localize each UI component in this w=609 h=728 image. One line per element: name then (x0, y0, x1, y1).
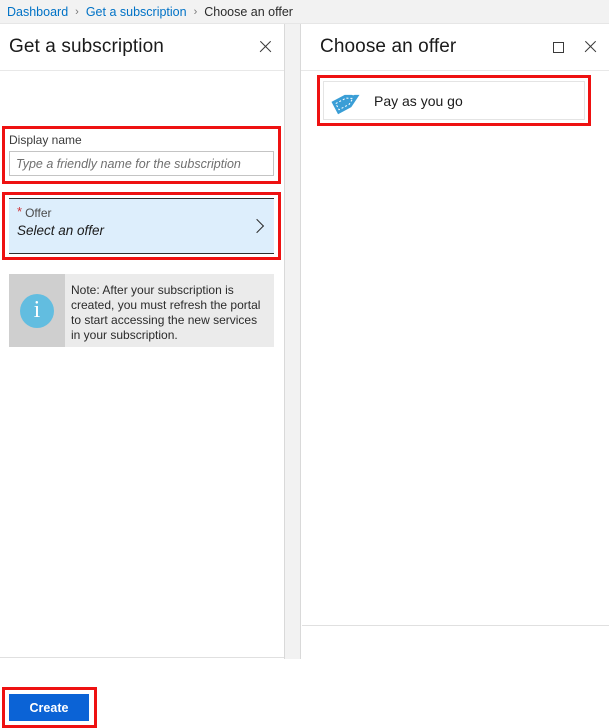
breadcrumb-item-get-a-subscription[interactable]: Get a subscription (86, 5, 187, 19)
breadcrumb-separator-icon: › (193, 5, 198, 18)
panel-gap (285, 24, 300, 659)
close-button-left-panel[interactable] (256, 38, 274, 56)
breadcrumb-item-dashboard[interactable]: Dashboard (7, 5, 68, 19)
info-note-text: Note: After your subscription is created… (65, 274, 274, 347)
price-tag-icon (331, 90, 360, 114)
close-icon (583, 40, 597, 54)
offer-label-row: * Offer (9, 199, 274, 220)
right-panel-title: Choose an offer (320, 36, 457, 57)
left-panel-header-actions (256, 24, 274, 70)
left-panel-header: Get a subscription (0, 24, 284, 71)
choose-an-offer-blade: Choose an offer Pay as you go (300, 24, 609, 659)
get-a-subscription-blade: Get a subscription Display name * Offer … (0, 24, 285, 728)
left-panel-footer-divider (0, 657, 284, 658)
create-button[interactable]: Create (9, 694, 89, 721)
close-icon (258, 40, 272, 54)
display-name-label: Display name (9, 133, 82, 147)
offer-value: Select an offer (17, 223, 105, 238)
maximize-button[interactable] (549, 38, 567, 56)
maximize-icon (552, 41, 564, 53)
breadcrumb-separator-icon: › (75, 5, 79, 18)
display-name-field-group: Display name (9, 133, 274, 176)
right-panel-header-actions (549, 24, 599, 70)
info-note: i Note: After your subscription is creat… (9, 274, 274, 347)
right-panel-footer-divider (302, 625, 609, 626)
offer-selector[interactable]: * Offer Select an offer (9, 198, 274, 254)
offer-option-label: Pay as you go (374, 92, 463, 109)
breadcrumb: Dashboard › Get a subscription › Choose … (0, 0, 609, 24)
offer-label: Offer (25, 206, 52, 220)
left-panel-title: Get a subscription (9, 36, 164, 57)
info-icon: i (20, 293, 54, 328)
display-name-input[interactable] (9, 151, 274, 176)
offer-option-pay-as-you-go[interactable]: Pay as you go (323, 81, 585, 120)
required-indicator: * (17, 204, 23, 219)
right-panel-header: Choose an offer (301, 24, 609, 71)
info-icon-container: i (9, 274, 65, 347)
breadcrumb-item-choose-an-offer: Choose an offer (204, 4, 293, 19)
close-button-right-panel[interactable] (581, 38, 599, 56)
